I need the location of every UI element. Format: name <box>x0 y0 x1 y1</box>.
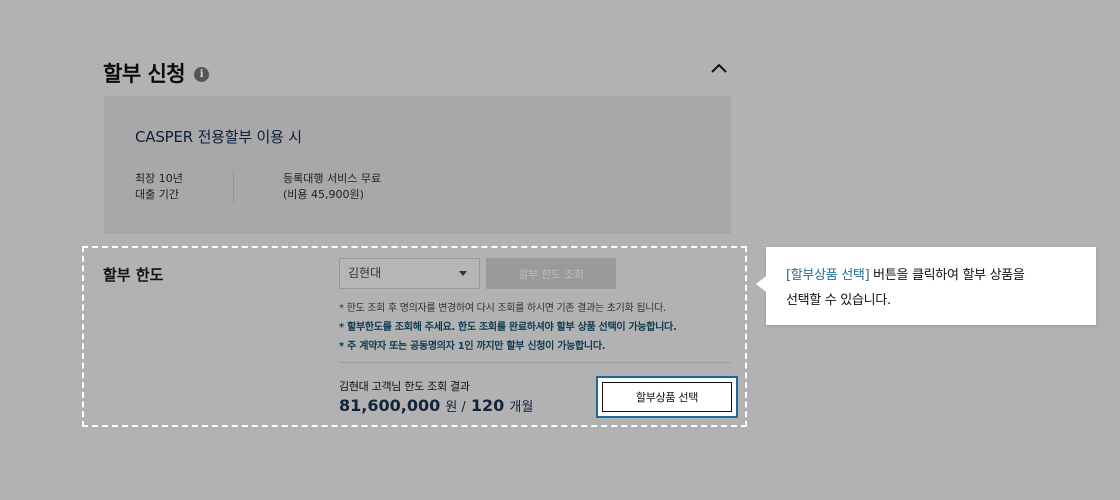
promo-service-name: 등록대행 서비스 무료 <box>283 172 382 185</box>
promo-term-value: 최장 10년 <box>135 172 183 185</box>
limit-query-button[interactable]: 할부 한도 조회 <box>486 258 616 289</box>
notice-text: * 할부한도를 조회해 주세요. 한도 조회를 완료하셔야 할부 상품 선택이 … <box>339 322 677 333</box>
promo-service: 등록대행 서비스 무료 (비용 45,900원) <box>283 171 381 203</box>
promo-term: 최장 10년 대출 기간 <box>135 171 183 203</box>
notice-text: * 한도 조회 후 명의자를 변경하여 다시 조회를 하시면 기존 결과는 초기… <box>339 303 666 314</box>
result-months-unit: 개월 <box>509 400 534 415</box>
product-select-highlight: 할부상품 선택 <box>596 376 738 418</box>
divider <box>339 362 731 363</box>
owner-select-value: 김현대 <box>348 266 382 280</box>
result-months: 120 <box>470 396 505 415</box>
section-header: 할부 신청 i <box>103 58 210 88</box>
tooltip-text: [할부상품 선택] 버튼을 클릭하여 할부 상품을 선택할 수 있습니다. <box>786 263 1082 313</box>
chevron-down-icon <box>459 271 467 276</box>
promo-term-label: 대출 기간 <box>135 188 179 201</box>
page-title: 할부 신청 <box>103 62 186 86</box>
result-amount: 81,600,000 <box>339 396 441 415</box>
promo-title: CASPER 전용할부 이용 시 <box>135 128 302 146</box>
result-summary: 81,600,000 원 / 120 개월 <box>339 396 533 415</box>
promo-banner: CASPER 전용할부 이용 시 최장 10년 대출 기간 등록대행 서비스 무… <box>104 96 731 234</box>
info-icon[interactable]: i <box>194 67 210 82</box>
result-amount-unit: 원 / <box>445 400 466 415</box>
tooltip-line2: 선택할 수 있습니다. <box>786 293 891 308</box>
limit-label: 할부 한도 <box>103 266 164 284</box>
promo-divider <box>233 170 234 203</box>
product-select-button[interactable]: 할부상품 선택 <box>602 382 732 412</box>
owner-select[interactable]: 김현대 <box>339 258 480 289</box>
promo-service-fee: (비용 45,900원) <box>283 188 364 201</box>
tooltip-highlight: [할부상품 선택] <box>786 268 870 283</box>
tooltip-arrow <box>756 276 766 292</box>
notice-text: * 주 계약자 또는 공동명의자 1인 까지만 할부 신청이 가능합니다. <box>339 341 606 352</box>
result-caption: 김현대 고객님 한도 조회 결과 <box>339 380 470 393</box>
tooltip-line1: 버튼을 클릭하여 할부 상품을 <box>869 268 1025 283</box>
chevron-up-icon[interactable] <box>708 60 730 76</box>
guide-tooltip: [할부상품 선택] 버튼을 클릭하여 할부 상품을 선택할 수 있습니다. <box>756 247 1096 325</box>
